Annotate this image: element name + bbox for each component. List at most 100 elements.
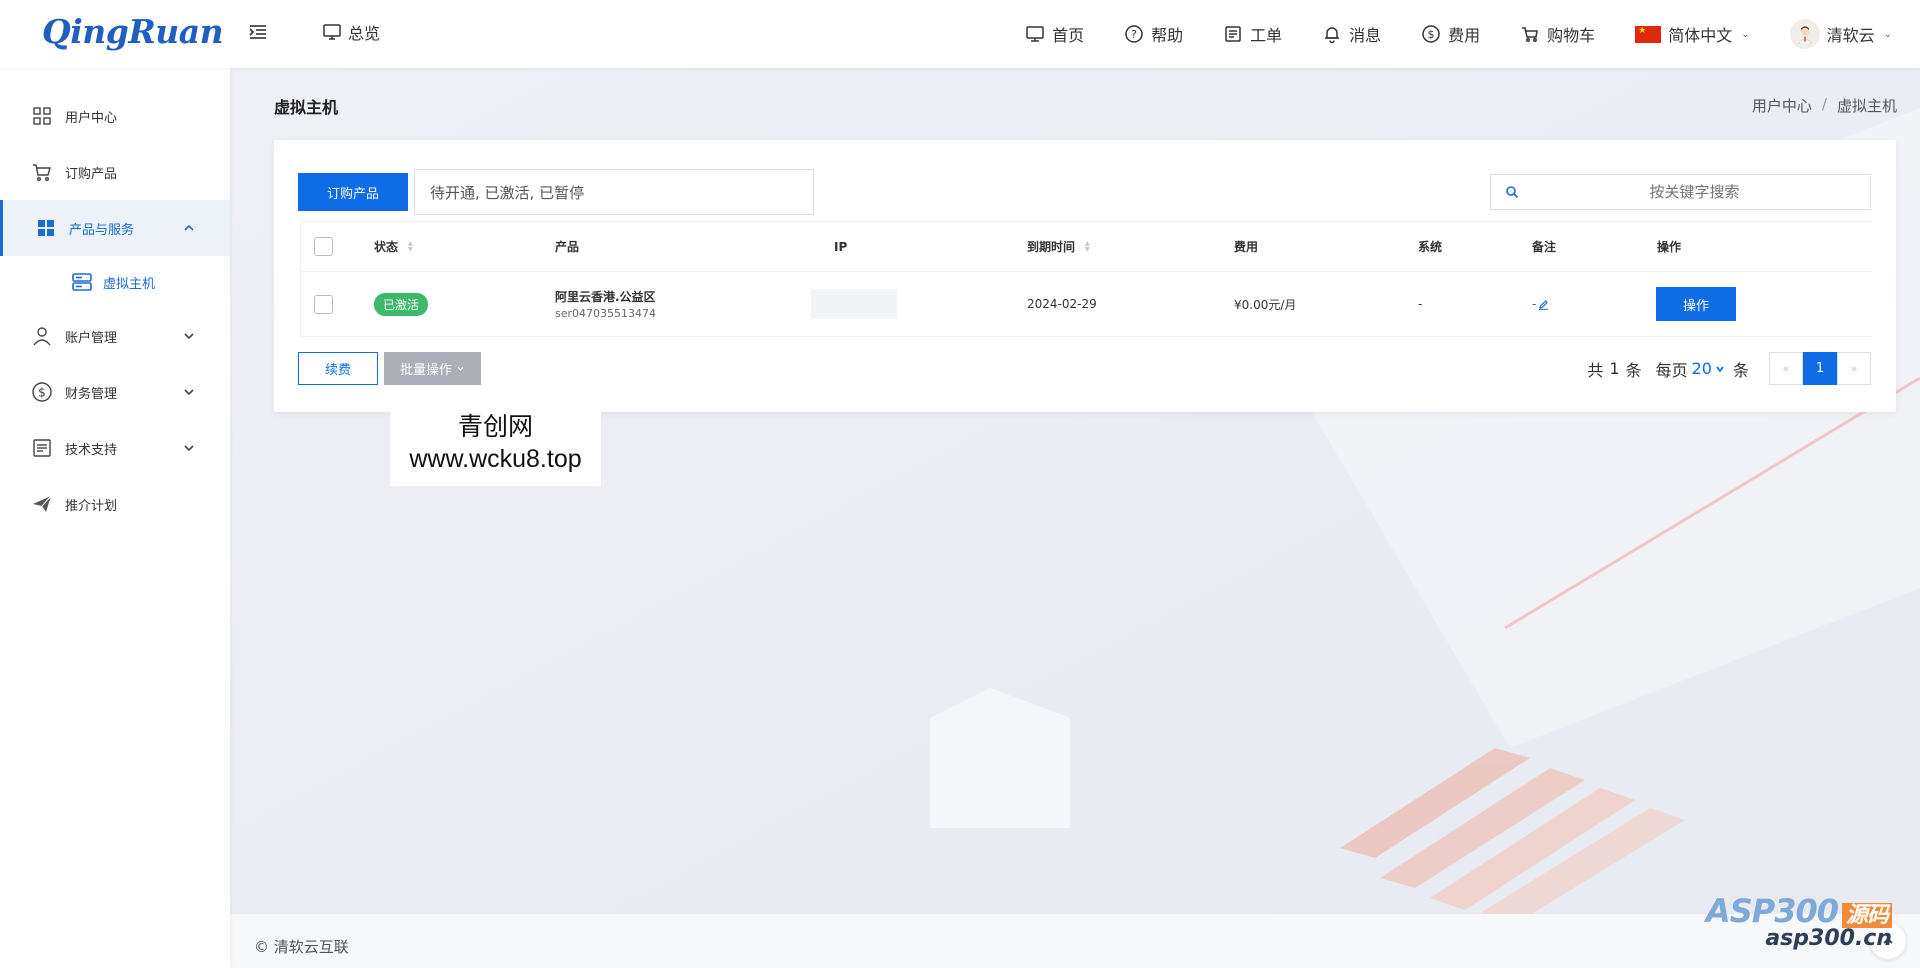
top-navbar: QingRuan 总览 首页 ? 帮助 工单 消息 $ 费用 购物车 ★ 简体中… bbox=[0, 0, 1920, 68]
watermark-box: 青创网 www.wcku8.top bbox=[390, 399, 601, 486]
overview-label: 总览 bbox=[348, 24, 381, 43]
sidebar-item-order-products[interactable]: 订购产品 bbox=[0, 144, 230, 200]
search-box[interactable] bbox=[1490, 174, 1871, 210]
per-page-suffix: 条 bbox=[1732, 360, 1749, 380]
paper-plane-icon bbox=[33, 495, 52, 512]
column-ip: IP bbox=[834, 239, 848, 254]
overview-link[interactable]: 总览 bbox=[322, 20, 380, 44]
product-name[interactable]: 阿里云香港.公益区 bbox=[555, 288, 656, 305]
help-icon: ? bbox=[1125, 25, 1143, 43]
page-title: 虚拟主机 bbox=[274, 98, 339, 117]
sidebar-item-label: 账户管理 bbox=[65, 330, 118, 346]
chevron-down-icon bbox=[184, 333, 194, 340]
table-header: 状态 ▲ ▼ 产品 IP 到期时间 ▲ ▼ 费用 系统 备注 操作 bbox=[301, 222, 1872, 272]
total-prefix: 共 bbox=[1587, 360, 1604, 380]
column-action: 操作 bbox=[1657, 240, 1682, 254]
sidebar-item-account[interactable]: 账户管理 bbox=[0, 308, 230, 364]
product-id: ser047035513474 bbox=[555, 307, 657, 320]
ip-value-masked bbox=[811, 289, 897, 319]
per-page-value: 20 bbox=[1691, 359, 1712, 378]
breadcrumb-user-center[interactable]: 用户中心 bbox=[1752, 95, 1812, 116]
sidebar-item-label: 订购产品 bbox=[65, 166, 118, 182]
apps-icon bbox=[38, 220, 54, 236]
breadcrumb-current: 虚拟主机 bbox=[1836, 97, 1897, 115]
batch-operation-button[interactable]: 批量操作 bbox=[384, 352, 481, 385]
chevron-down-icon bbox=[457, 366, 464, 372]
prev-page-button[interactable]: « bbox=[1769, 352, 1803, 385]
nav-home[interactable]: 首页 bbox=[1025, 22, 1084, 46]
sidebar-item-products-services[interactable]: 产品与服务 bbox=[0, 200, 230, 256]
home-icon bbox=[1026, 26, 1044, 42]
per-page-select[interactable]: 20 bbox=[1692, 359, 1725, 378]
sidebar-item-support[interactable]: 技术支持 bbox=[0, 420, 230, 476]
note-cell[interactable]: - bbox=[1532, 272, 1549, 336]
row-checkbox[interactable] bbox=[314, 294, 333, 314]
menu-toggle-icon[interactable] bbox=[248, 22, 268, 42]
sidebar-item-label: 产品与服务 bbox=[69, 222, 135, 238]
dollar-icon: $ bbox=[1422, 25, 1440, 43]
status-filter-select[interactable]: 待开通, 已激活, 已暂停 bbox=[414, 169, 814, 215]
chevron-down-icon bbox=[1716, 365, 1724, 372]
chevron-up-icon bbox=[184, 224, 194, 231]
select-all-checkbox[interactable] bbox=[314, 237, 333, 256]
search-input[interactable] bbox=[1519, 183, 1870, 201]
breadcrumb: 用户中心 / 虚拟主机 bbox=[1752, 95, 1897, 116]
system-value: - bbox=[1418, 297, 1423, 311]
column-expire-label: 到期时间 bbox=[1027, 240, 1076, 254]
brand-logo[interactable]: QingRuan bbox=[42, 12, 224, 51]
language-selector[interactable]: 简体中文 ⌄ bbox=[1635, 22, 1750, 46]
user-name: 清软云 bbox=[1826, 26, 1875, 45]
asp-badge: 源码 bbox=[1841, 903, 1892, 928]
footer: © 清软云互联 bbox=[230, 914, 1920, 968]
pagination: 共 1 条 每页 20 条 « 1 » bbox=[1587, 352, 1871, 385]
cart-icon bbox=[1522, 27, 1539, 42]
total-count: 1 bbox=[1609, 359, 1620, 378]
sidebar-item-label: 用户中心 bbox=[65, 110, 118, 126]
search-icon bbox=[1506, 186, 1519, 199]
nav-ticket-label: 工单 bbox=[1250, 26, 1283, 45]
nav-help[interactable]: ? 帮助 bbox=[1124, 22, 1183, 46]
column-status[interactable]: 状态 ▲ ▼ bbox=[374, 222, 413, 271]
sidebar-item-label: 技术支持 bbox=[65, 442, 118, 458]
per-page-prefix: 每页 bbox=[1655, 360, 1688, 380]
asp-main: ASP300 bbox=[1705, 892, 1839, 930]
breadcrumb-separator: / bbox=[1821, 95, 1827, 113]
nav-fees[interactable]: $ 费用 bbox=[1421, 22, 1480, 46]
column-expire[interactable]: 到期时间 ▲ ▼ bbox=[1027, 222, 1090, 271]
sort-icon: ▲ ▼ bbox=[1085, 239, 1090, 253]
chevron-down-icon bbox=[184, 445, 194, 452]
sidebar-subitem-label: 虚拟主机 bbox=[103, 276, 156, 292]
ticket-icon bbox=[1225, 26, 1241, 42]
status-badge: 已激活 bbox=[374, 292, 429, 316]
row-action-button[interactable]: 操作 bbox=[1656, 287, 1736, 321]
sidebar-item-finance[interactable]: $ 财务管理 bbox=[0, 364, 230, 420]
column-product: 产品 bbox=[555, 240, 580, 254]
sidebar-subitem-virtual-host[interactable]: 虚拟主机 bbox=[0, 256, 230, 308]
next-page-button[interactable]: » bbox=[1837, 352, 1871, 385]
language-label: 简体中文 bbox=[1668, 26, 1733, 45]
sort-icon: ▲ ▼ bbox=[408, 239, 413, 253]
nav-cart[interactable]: 购物车 bbox=[1520, 22, 1595, 46]
page-1-button[interactable]: 1 bbox=[1803, 352, 1837, 385]
asp300-watermark: ASP300 源码 asp300.cn bbox=[1706, 892, 1892, 951]
total-suffix: 条 bbox=[1625, 360, 1642, 380]
nav-messages[interactable]: 消息 bbox=[1322, 22, 1381, 46]
user-menu[interactable]: 清软云 ⌄ bbox=[1789, 19, 1892, 49]
sidebar-item-label: 推介计划 bbox=[65, 498, 118, 514]
column-fee: 费用 bbox=[1234, 240, 1259, 254]
chevron-down-icon bbox=[184, 389, 194, 396]
renew-button[interactable]: 续费 bbox=[298, 352, 378, 385]
monitor-icon bbox=[323, 24, 341, 40]
sidebar-item-referral[interactable]: 推介计划 bbox=[0, 476, 230, 532]
sidebar-item-label: 财务管理 bbox=[65, 386, 118, 402]
edit-icon bbox=[1539, 299, 1549, 310]
nav-help-label: 帮助 bbox=[1151, 26, 1184, 45]
chevron-down-icon: ⌄ bbox=[1741, 28, 1750, 40]
svg-text:$: $ bbox=[38, 386, 46, 400]
note-value: - bbox=[1532, 297, 1537, 311]
nav-ticket[interactable]: 工单 bbox=[1223, 22, 1282, 46]
sidebar-item-user-center[interactable]: 用户中心 bbox=[0, 88, 230, 144]
expire-date: 2024-02-29 bbox=[1027, 297, 1097, 311]
svg-text:$: $ bbox=[1428, 28, 1435, 41]
order-product-button[interactable]: 订购产品 bbox=[298, 173, 408, 211]
